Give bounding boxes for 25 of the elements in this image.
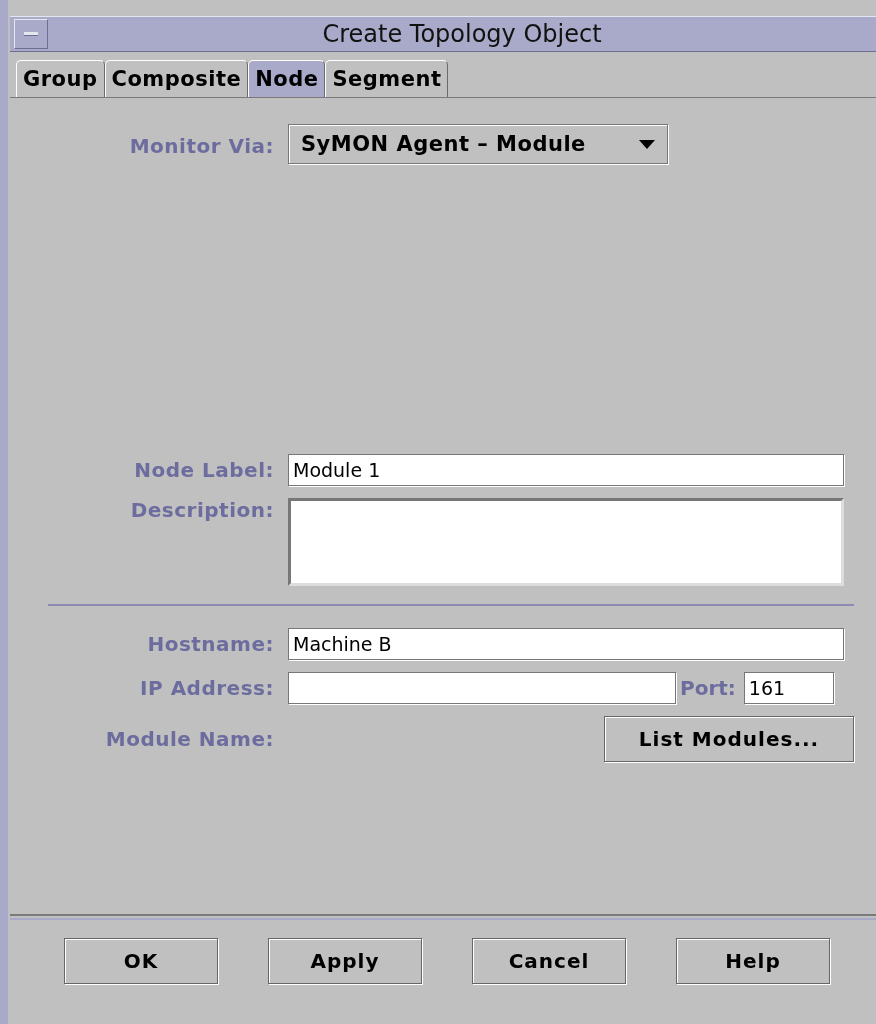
dialog-button[interactable]: Apply xyxy=(268,938,422,984)
node-label-field[interactable]: Module 1 xyxy=(288,454,844,486)
monitor-via-dropdown[interactable]: SyMON Agent – Module xyxy=(288,124,668,164)
dialog-button[interactable]: OK xyxy=(64,938,218,984)
field-label: Hostname: xyxy=(146,632,274,656)
description-field[interactable] xyxy=(288,498,844,586)
dialog-button[interactable]: Help xyxy=(676,938,830,984)
tab[interactable]: Node xyxy=(248,60,326,97)
dialog-button[interactable]: Cancel xyxy=(472,938,626,984)
ip-address-field[interactable] xyxy=(288,672,676,704)
field-label: IP Address: xyxy=(139,676,274,700)
field-label: Node Label: xyxy=(133,458,274,482)
tab[interactable]: Composite xyxy=(104,60,249,97)
tab[interactable]: Segment xyxy=(325,60,449,97)
tab[interactable]: Group xyxy=(16,60,105,97)
window-menu-button[interactable] xyxy=(14,19,48,49)
field-label: Module Name: xyxy=(104,727,274,751)
field-label: Port: xyxy=(680,676,736,700)
field-label: Description: xyxy=(129,498,274,522)
hostname-field[interactable]: Machine B xyxy=(288,628,844,660)
field-label: Monitor Via: xyxy=(128,133,274,158)
port-field[interactable]: 161 xyxy=(743,672,834,704)
window-title: Create Topology Object xyxy=(321,20,603,48)
caret-icon xyxy=(639,139,655,149)
list-modules-button[interactable]: List Modules... xyxy=(604,716,854,762)
